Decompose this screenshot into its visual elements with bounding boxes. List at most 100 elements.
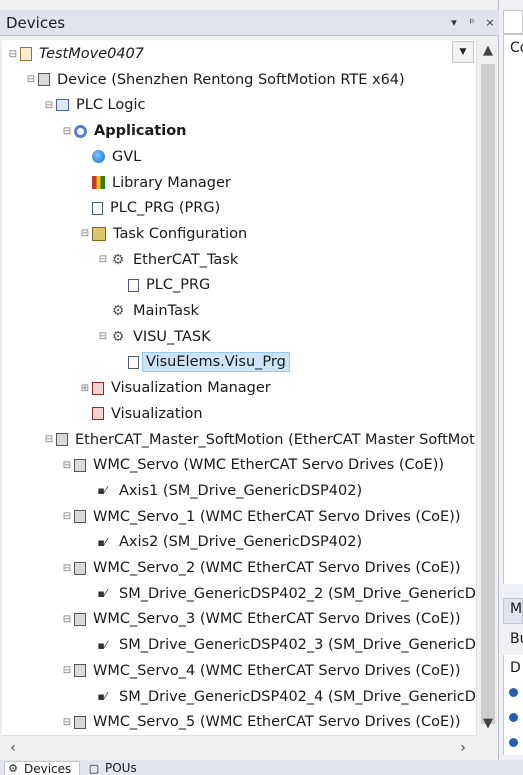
gear-icon: ⚙ [111, 251, 125, 268]
tree-item-label: Application [94, 123, 187, 140]
visu-icon [92, 407, 104, 421]
tree-item-label: Library Manager [112, 174, 231, 191]
tree-item[interactable]: ⊞ Visualization Manager [2, 376, 275, 400]
scroll-up-icon[interactable]: ▲ [477, 40, 499, 62]
close-icon[interactable]: × [481, 16, 499, 29]
tree-item[interactable]: ⊟ Application [2, 119, 191, 143]
info-icon [509, 738, 518, 747]
tree-item-label: WMC_Servo_5 (WMC EtherCAT Servo Drives (… [93, 714, 461, 731]
tree-item[interactable]: ⊟ PLC Logic [2, 93, 149, 117]
prg-icon [92, 201, 103, 215]
tree-item-label: EtherCAT_Task [133, 251, 239, 268]
tree-item[interactable]: ⊟ WMC_Servo_4 (WMC EtherCAT Servo Drives … [2, 659, 464, 683]
tree-item[interactable]: ⊟ EtherCAT_Master_SoftMotion (EtherCAT Ma… [2, 428, 476, 452]
build-filter-fragment[interactable]: Bu [510, 631, 523, 647]
tree-item-label: SM_Drive_GenericDSP402_4 (SM_Drive_Gener… [119, 688, 476, 705]
panel-menu-icon[interactable]: ▾ [445, 16, 463, 29]
device-icon [74, 715, 86, 729]
tree-item-label: PLC Logic [76, 97, 146, 114]
device-icon [74, 664, 86, 678]
tree-item-label: EtherCAT_Master_SoftMotion (EtherCAT Mas… [75, 431, 476, 448]
tree-item[interactable]: ⊟ Device (Shenzhen Rentong SoftMotion RTE… [2, 68, 409, 92]
tree-item[interactable]: ⊟ ⚙ VISU_TASK [2, 325, 215, 349]
expander-icon[interactable]: ⊟ [62, 614, 72, 625]
expander-icon[interactable]: ⊟ [62, 460, 72, 471]
pous-tab-icon: ▢ [88, 761, 100, 775]
expander-icon[interactable]: ⊟ [44, 100, 54, 111]
tree-item-label: WMC_Servo_3 (WMC EtherCAT Servo Drives (… [93, 611, 461, 628]
editor-tab-edge[interactable] [503, 10, 523, 34]
tree-item-label: PLC_PRG (PRG) [110, 200, 221, 217]
tree-item[interactable]: Visualization [2, 402, 207, 426]
tree-item-label: Visualization Manager [111, 380, 271, 397]
project-icon [20, 47, 32, 61]
tree-item[interactable]: ⊟ Task Configuration [2, 222, 251, 246]
expander-icon[interactable]: ⊟ [44, 434, 54, 445]
axis-icon: ▪⁄ [97, 690, 107, 703]
gear-icon: ⚙ [111, 328, 125, 345]
tree-item[interactable]: ▪⁄ Axis2 (SM_Drive_GenericDSP402) [2, 530, 366, 554]
expander-icon[interactable]: ⊟ [8, 49, 18, 60]
tree-item[interactable]: ⊟ WMC_Servo_5 (WMC EtherCAT Servo Drives … [2, 710, 464, 734]
tree-item-label: WMC_Servo_2 (WMC EtherCAT Servo Drives (… [93, 560, 461, 576]
messages-title-fragment: Me [510, 601, 523, 617]
tree-item[interactable]: ⊟ WMC_Servo_1 (WMC EtherCAT Servo Drives … [2, 505, 464, 529]
tree-item[interactable]: ⚙ MainTask [2, 299, 203, 323]
tree-item[interactable]: ▪⁄ SM_Drive_GenericDSP402_2 (SM_Drive_Gen… [2, 582, 476, 606]
scroll-thumb[interactable] [481, 64, 495, 724]
gear-icon: ⚙ [111, 303, 125, 319]
expander-icon[interactable]: ⊟ [62, 126, 72, 137]
tree-item[interactable]: Library Manager [2, 171, 235, 195]
gvl-icon [92, 150, 105, 164]
device-tree[interactable]: ⊟ TestMove0407 ⊟ Device (Shenzhen Rentong S… [2, 40, 476, 735]
horizontal-scrollbar[interactable]: ‹ › [2, 735, 476, 760]
device-icon [74, 510, 86, 524]
vertical-scrollbar[interactable]: ▲ ▼ [476, 40, 498, 735]
device-icon [74, 612, 86, 626]
tree-item-label: GVL [112, 148, 142, 165]
devices-panel: Devices ▾ ᵖ × ⊟ TestMove0407 ⊟ Device (Shen… [0, 0, 499, 775]
expander-icon[interactable]: ⊟ [26, 74, 36, 85]
tree-item[interactable]: PLC_PRG (PRG) [2, 196, 224, 220]
tree-item-label: Task Configuration [113, 225, 248, 242]
tree-item[interactable]: ⊟ ⚙ EtherCAT_Task [2, 248, 242, 272]
tree-item[interactable]: ⊟ WMC_Servo_2 (WMC EtherCAT Servo Drives … [2, 556, 464, 580]
tree-item[interactable]: ⊟ WMC_Servo (WMC EtherCAT Servo Drives (C… [2, 453, 448, 477]
tree-item[interactable]: ⊟ TestMove0407 [2, 42, 148, 66]
expander-icon[interactable]: ⊟ [80, 228, 90, 239]
tree-item[interactable]: VisuElems.Visu_Prg [2, 350, 290, 374]
lib-icon [92, 176, 105, 189]
visu-icon [92, 381, 104, 395]
axis-icon: ▪⁄ [97, 587, 107, 601]
editor-area[interactable] [503, 34, 523, 584]
tree-item[interactable]: GVL [2, 145, 145, 169]
tab-devices[interactable]: ⚙ Devices [4, 761, 80, 775]
tree-dropdown-button[interactable]: ▼ [452, 41, 474, 63]
tree-item-label: VisuElems.Visu_Prg [142, 352, 290, 373]
scroll-right-icon[interactable]: › [452, 736, 474, 761]
scroll-down-icon[interactable]: ▼ [477, 713, 499, 735]
expander-icon[interactable]: ⊟ [98, 331, 108, 342]
tree-item[interactable]: ▪⁄ SM_Drive_GenericDSP402_4 (SM_Drive_Gen… [2, 685, 476, 709]
tree-item-label: WMC_Servo (WMC EtherCAT Servo Drives (Co… [93, 457, 445, 474]
tree-item[interactable]: PLC_PRG [2, 273, 214, 297]
tree-item-label: Axis1 (SM_Drive_GenericDSP402) [119, 482, 363, 499]
tree-item-label: WMC_Servo_4 (WMC EtherCAT Servo Drives (… [93, 662, 461, 679]
device-icon [74, 561, 86, 575]
prg-icon [128, 278, 139, 292]
expander-icon[interactable]: ⊞ [80, 383, 90, 394]
expander-icon[interactable]: ⊟ [62, 511, 72, 522]
scroll-left-icon[interactable]: ‹ [2, 736, 24, 761]
pin-icon[interactable]: ᵖ [463, 16, 481, 29]
expander-icon[interactable]: ⊟ [62, 717, 72, 728]
tree-item[interactable]: ▪⁄ SM_Drive_GenericDSP402_3 (SM_Drive_Gen… [2, 633, 476, 657]
expander-icon[interactable]: ⊟ [62, 665, 72, 676]
tree-item[interactable]: ⊟ WMC_Servo_3 (WMC EtherCAT Servo Drives … [2, 607, 464, 631]
tree-item-label: WMC_Servo_1 (WMC EtherCAT Servo Drives (… [93, 508, 461, 525]
scroll-corner [476, 735, 498, 760]
expander-icon[interactable]: ⊟ [98, 254, 108, 265]
tab-pous[interactable]: ▢ POUs [86, 761, 146, 775]
expander-icon[interactable]: ⊟ [62, 563, 72, 574]
tree-item[interactable]: ▪⁄ Axis1 (SM_Drive_GenericDSP402) [2, 479, 366, 503]
tree-item-label: PLC_PRG [146, 277, 211, 294]
